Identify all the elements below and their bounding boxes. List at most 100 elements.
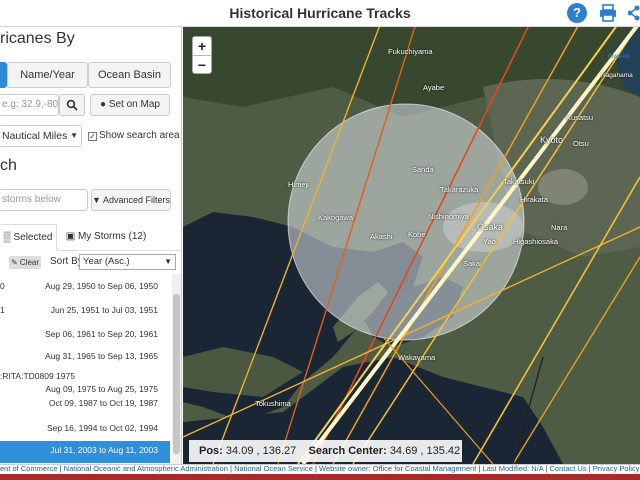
set-on-map-button[interactable]: ● Set on Map <box>90 94 170 116</box>
map-place-label: Akashi <box>370 232 393 241</box>
search-tab-ocean-basin[interactable]: Ocean Basin <box>88 62 171 88</box>
cart-icon: ▣ <box>65 231 76 242</box>
search-icon <box>66 99 78 111</box>
storm-dates: Sep 06, 1961 to Sep 20, 1961 <box>45 329 158 339</box>
list-controls: ✎ Clear Sort By Year (Asc.) ▼ <box>0 254 181 272</box>
pos-value: 34.09 , 136.27 <box>225 445 297 457</box>
map-place-label: Yao <box>483 237 496 246</box>
storm-dates: Aug 31, 1965 to Sep 13, 1965 <box>45 351 158 361</box>
filter-storms-input[interactable]: storms below <box>0 189 88 211</box>
map-canvas <box>183 27 640 464</box>
zoom-in-button[interactable]: + <box>193 37 211 55</box>
chevron-down-icon: ▼ <box>164 257 172 266</box>
map-place-label: Tokushima <box>255 399 291 408</box>
advanced-filters-button[interactable]: ▼ Advanced Filters <box>91 189 171 211</box>
storm-dates: Jun 25, 1951 to Jul 03, 1951 <box>50 305 158 315</box>
share-icon[interactable] <box>627 3 640 23</box>
footer-link-privacy[interactable]: Privacy Policy <box>593 465 640 473</box>
list-scrollbar[interactable] <box>172 274 181 464</box>
storm-dates: Aug 29, 1950 to Sep 06, 1950 <box>45 281 158 291</box>
coordinate-search-button[interactable] <box>59 94 85 116</box>
list-item[interactable]: Sep 16, 1994 to Oct 02, 1994 <box>0 423 170 437</box>
footer-last-modified: Last Modified: N/A <box>482 464 544 473</box>
tab-selected[interactable]: ▒ Selected <box>0 224 57 251</box>
map-place-label: Kobe <box>408 230 426 239</box>
distance-unit-select[interactable]: Nautical Miles ▼ <box>0 125 82 147</box>
map-place-label: Takarazuka <box>440 185 479 194</box>
chevron-down-icon: ▼ <box>70 131 78 140</box>
find-hurricanes-heading: ricanes By <box>0 30 75 47</box>
map-place-label: Kakogawa <box>318 213 354 222</box>
tab-my-storms[interactable]: ▣ My Storms (12) <box>62 224 150 251</box>
map-place-label: Kyoto <box>540 135 564 145</box>
map-place-label: Osaka <box>477 222 504 232</box>
list-tabs: ▒ Selected ▣ My Storms (12) <box>0 224 181 251</box>
bar-chart-icon: ▒ <box>3 232 11 243</box>
map-place-label: Nagahama <box>601 72 633 79</box>
eraser-icon: ✎ <box>10 258 18 267</box>
storm-name: :RITA:TD0809 1975 <box>0 371 75 381</box>
filter-heading: ch <box>0 157 17 174</box>
list-item[interactable]: Sep 06, 1961 to Sep 20, 1961 <box>0 329 170 343</box>
pos-label: Pos: <box>199 445 223 457</box>
storm-name: 1 <box>0 305 5 315</box>
map-place-label: Kusatsu <box>566 113 594 122</box>
show-search-area-checkbox[interactable]: ✓ Show search area <box>88 130 180 141</box>
list-item[interactable]: :RITA:TD0809 1975 Aug 09, 1975 to Aug 25… <box>0 371 170 411</box>
page-title: Historical Hurricane Tracks <box>229 5 411 21</box>
set-on-map-label: Set on Map <box>108 99 160 110</box>
map-place-label: Fukuchiyama <box>388 47 433 56</box>
map-place-label: Takatsuki <box>503 177 535 186</box>
search-tab-location[interactable] <box>0 62 7 88</box>
footer-link-noaa[interactable]: National Oceanic and Atmospheric Adminis… <box>64 465 228 473</box>
map-place-label: Sakai <box>463 259 482 268</box>
list-item[interactable]: 1 Jun 25, 1951 to Jul 03, 1951 <box>0 305 170 319</box>
tab-my-storms-label: My Storms (12) <box>77 231 147 242</box>
map-place-label: Biwa-ko <box>608 54 630 60</box>
filter-icon: ▼ <box>92 195 101 205</box>
map-place-label: Hirakata <box>520 195 548 204</box>
tab-selected-label: Selected <box>13 232 53 243</box>
footer-website-owner[interactable]: Website owner: Office for Coastal Manage… <box>319 465 476 473</box>
map-place-label: Sanda <box>412 165 434 174</box>
map-place-label: Himeji <box>288 180 309 189</box>
storm-dates: Jul 31, 2003 to Aug 11, 2003 <box>50 445 158 455</box>
clear-button[interactable]: ✎ Clear <box>9 256 41 269</box>
clear-label: Clear <box>19 258 40 267</box>
help-icon[interactable]: ? <box>567 3 587 23</box>
zoom-out-button[interactable]: − <box>193 56 211 74</box>
advanced-filters-label: Advanced Filters <box>102 195 170 205</box>
checkbox-icon: ✓ <box>88 132 97 141</box>
storm-name: 0 <box>0 281 5 291</box>
map-view[interactable]: Fukuchiyama Ayabe Kusatsu Kyoto Otsu San… <box>183 27 640 464</box>
storm-dates: Sep 16, 1994 to Oct 02, 1994 <box>46 423 158 433</box>
map-place-label: Otsu <box>573 139 589 148</box>
sort-by-value: Year (Asc.) <box>83 256 130 267</box>
map-place-label: Nara <box>551 223 568 232</box>
scrollbar-thumb[interactable] <box>173 294 180 454</box>
footer-banner <box>0 474 640 480</box>
map-place-label: Wakayama <box>398 353 436 362</box>
zoom-control: + − <box>192 36 212 74</box>
storm-list: 0 Aug 29, 1950 to Sep 06, 1950 1 Jun 25,… <box>0 274 181 464</box>
print-icon[interactable] <box>598 3 618 23</box>
search-center-value: 34.69 , 135.42 <box>389 445 461 457</box>
footer-link-commerce[interactable]: ent of Commerce <box>0 465 58 473</box>
show-search-area-label: Show search area <box>99 130 180 141</box>
list-item-selected[interactable]: Jul 31, 2003 to Aug 11, 2003 <box>0 441 170 463</box>
search-tab-name-year[interactable]: Name/Year <box>7 62 88 88</box>
sort-by-label: Sort By <box>50 256 83 267</box>
site-footer: ent of Commerce | National Oceanic and A… <box>0 464 640 480</box>
search-sidebar: ricanes By Name/Year Ocean Basin e.g: 32… <box>0 27 182 464</box>
footer-link-contact[interactable]: Contact Us <box>549 465 586 473</box>
sort-by-select[interactable]: Year (Asc.) ▼ <box>79 254 176 270</box>
coordinate-readout: Pos: 34.09 , 136.27 Search Center: 34.69… <box>189 440 462 462</box>
coordinate-input[interactable]: e.g: 32.9,-80.0) <box>0 94 59 116</box>
list-item[interactable]: Aug 31, 1965 to Sep 13, 1965 <box>0 351 170 365</box>
app-window: Historical Hurricane Tracks ? ricanes By… <box>0 0 640 480</box>
list-item[interactable]: 0 Aug 29, 1950 to Sep 06, 1950 <box>0 281 170 295</box>
app-header: Historical Hurricane Tracks ? <box>0 0 640 27</box>
map-place-label: Nishinomiya <box>428 212 469 221</box>
map-place-label: Higashiosaka <box>513 237 559 246</box>
footer-link-nos[interactable]: National Ocean Service <box>234 465 313 473</box>
